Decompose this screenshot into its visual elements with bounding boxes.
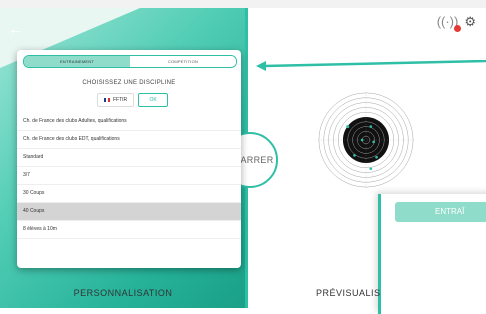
discipline-title: CHOISISSEZ UNE DISCIPLINE: [82, 80, 176, 86]
gear-icon[interactable]: ⚙: [464, 14, 476, 30]
discipline-item[interactable]: Standard: [17, 149, 241, 167]
discipline-item[interactable]: 8 élèves à 10m: [17, 221, 241, 239]
discipline-item-selected[interactable]: 40 Coups: [17, 203, 241, 221]
discipline-list: Ch. de France des clubs Adultes, qualifi…: [17, 113, 241, 239]
status-bar: [0, 0, 486, 8]
filter-bar: FFTIR OK: [97, 93, 169, 107]
preview-tab[interactable]: ENTRAÎ: [395, 202, 486, 222]
start-label: ARRER: [240, 155, 274, 165]
discipline-item[interactable]: Ch. de France des clubs EDT, qualificati…: [17, 131, 241, 149]
top-right-icons: ((·)) ⚙: [437, 14, 476, 32]
tab-competition[interactable]: COMPETITION: [130, 56, 236, 67]
personalisation-label[interactable]: PERSONNALISATION: [0, 288, 246, 298]
preview-label[interactable]: PRÉVISUALIS: [316, 288, 381, 298]
discipline-dropdown: ENTRAINEMENT COMPETITION CHOISISSEZ UNE …: [17, 50, 241, 268]
discipline-item[interactable]: Ch. de France des clubs Adultes, qualifi…: [17, 113, 241, 131]
target-preview: [318, 92, 414, 188]
signal-icon[interactable]: ((·)): [437, 14, 462, 32]
ok-button[interactable]: OK: [138, 93, 169, 107]
tab-entrainement[interactable]: ENTRAINEMENT: [24, 56, 130, 67]
arrow-left-icon[interactable]: ←: [8, 22, 28, 38]
mode-tabs: ENTRAINEMENT COMPETITION: [23, 55, 237, 68]
discipline-item[interactable]: 30 Coups: [17, 185, 241, 203]
pointer-arrow: [256, 60, 486, 71]
discipline-item[interactable]: 3/7: [17, 167, 241, 185]
preview-card: ENTRAÎ: [378, 194, 486, 314]
france-flag-icon: [104, 98, 110, 102]
fftir-label: FFTIR: [113, 97, 128, 103]
fftir-filter[interactable]: FFTIR: [97, 93, 135, 107]
